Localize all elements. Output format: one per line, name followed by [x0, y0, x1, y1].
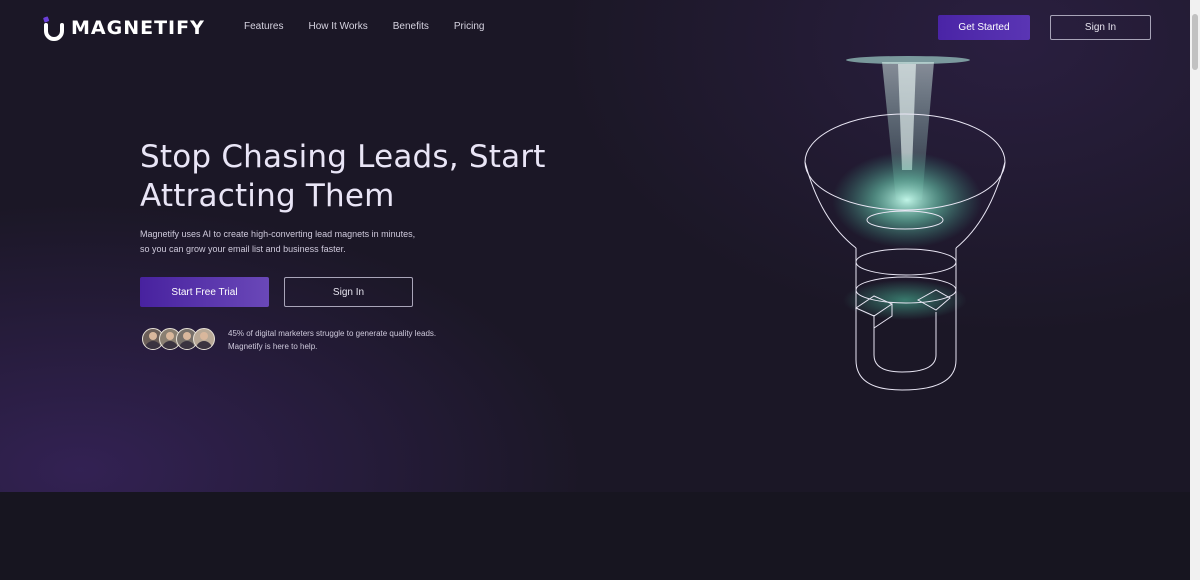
subtext-line-1: Magnetify uses AI to create high-convert…	[140, 229, 416, 239]
avatar	[193, 328, 215, 350]
funnel-magnet-illustration	[804, 56, 1006, 391]
get-started-button[interactable]: Get Started	[938, 15, 1030, 40]
stat-line-1: 45% of digital marketers struggle to gen…	[228, 329, 437, 338]
magnet-logo-icon	[43, 16, 64, 41]
nav-sign-in-button[interactable]: Sign In	[1050, 15, 1151, 40]
hero-headline: Stop Chasing Leads, Start Attracting The…	[140, 138, 610, 216]
brand-name: MAGNETIFY	[71, 17, 205, 39]
nav-link-features[interactable]: Features	[244, 21, 283, 32]
hero-section: MAGNETIFY Features How It Works Benefits…	[0, 0, 1190, 492]
headline-line-2: Attracting Them	[140, 178, 395, 214]
social-proof-text: 45% of digital marketers struggle to gen…	[228, 327, 488, 353]
nav-link-how-it-works[interactable]: How It Works	[308, 21, 367, 32]
main-nav: Features How It Works Benefits Pricing	[244, 21, 509, 32]
nav-link-benefits[interactable]: Benefits	[393, 21, 429, 32]
hero-sign-in-button[interactable]: Sign In	[284, 277, 413, 307]
subtext-line-2: so you can grow your email list and busi…	[140, 244, 346, 254]
nav-link-pricing[interactable]: Pricing	[454, 21, 485, 32]
stat-line-2: Magnetify is here to help.	[228, 342, 318, 351]
hero-subtext: Magnetify uses AI to create high-convert…	[140, 227, 440, 257]
headline-line-1: Stop Chasing Leads, Start	[140, 139, 546, 175]
brand-logo[interactable]: MAGNETIFY	[40, 13, 205, 43]
lower-section	[0, 492, 1190, 580]
scrollbar-thumb[interactable]	[1192, 14, 1198, 70]
page-scrollbar[interactable]	[1190, 0, 1200, 580]
start-free-trial-button[interactable]: Start Free Trial	[140, 277, 269, 307]
